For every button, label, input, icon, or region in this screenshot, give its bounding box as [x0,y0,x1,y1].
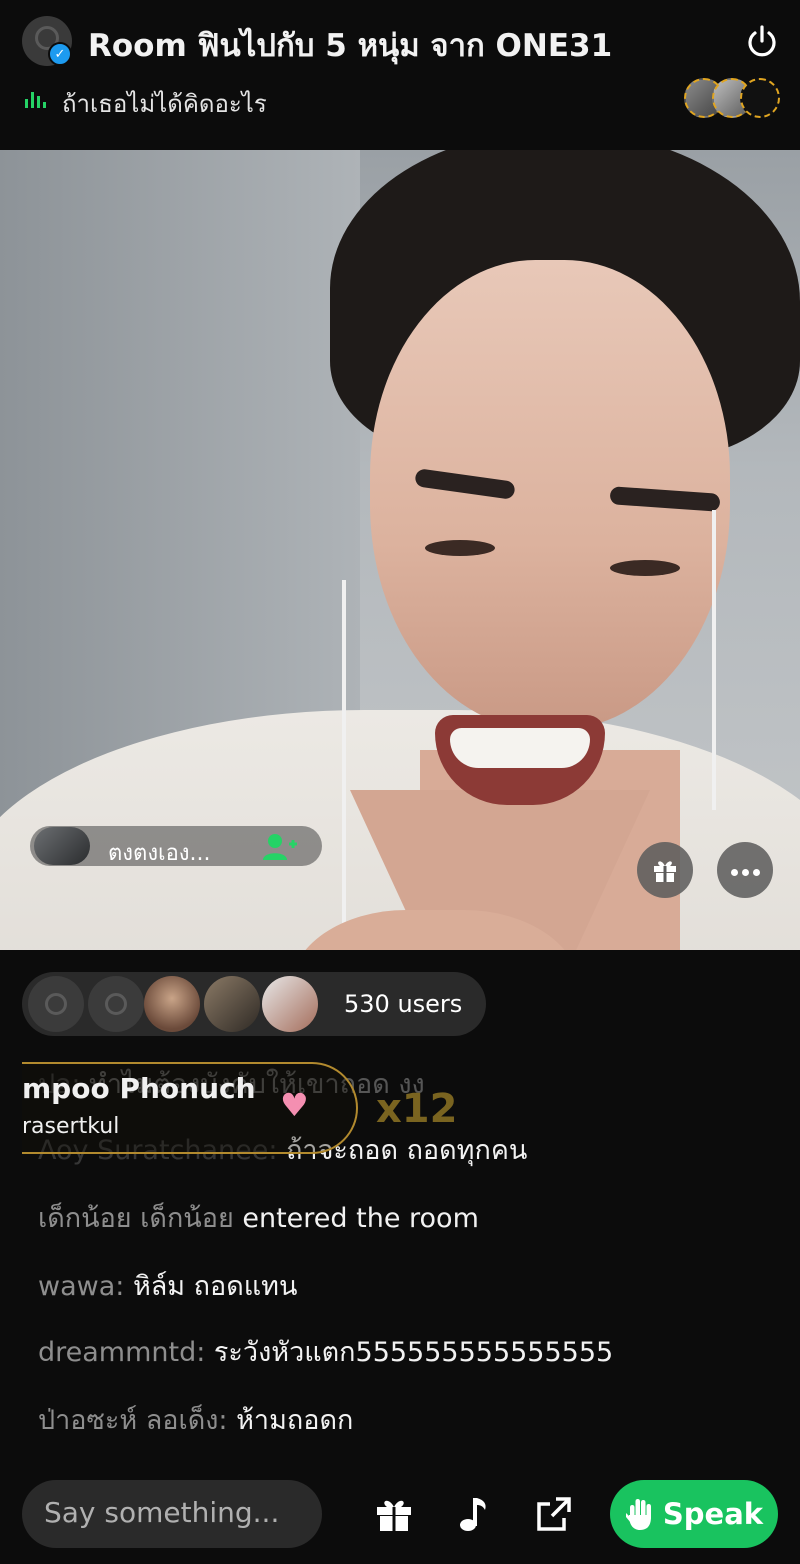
power-icon[interactable] [744,24,780,60]
gift-icon [654,861,676,882]
chat-message: wawa: หิล์ม ถอดแทน [38,1264,297,1307]
more-options-button[interactable] [717,842,773,898]
room-header: ✓ Room ฟินไปกับ 5 หนุ่ม จาก ONE31 ถ้าเธอ… [0,0,800,150]
video-figure [712,510,716,810]
gift-icon[interactable] [374,1494,414,1534]
listener-count[interactable]: 530 users [344,990,462,1018]
speaker-name: ตงตงเอง... [108,841,211,866]
speak-label: Speak [662,1497,764,1531]
video-figure [610,560,680,576]
video-figure [425,540,495,556]
chat-text: หิล์ม ถอดแทน [132,1271,298,1302]
chat-message: dreammntd: ระวังหัวแตก555555555555555 [38,1330,613,1373]
follow-user-icon[interactable] [262,832,298,862]
chat-username: dreammntd: [38,1337,214,1368]
verified-badge-icon: ✓ [48,42,72,66]
room-title: Room ฟินไปกับ 5 หนุ่ม จาก ONE31 [88,28,613,64]
speak-button[interactable]: Speak [610,1480,778,1548]
chat-text: ห้ามถอดก [236,1405,354,1436]
avatar [262,976,318,1032]
top-avatars[interactable] [684,78,780,120]
chat-text: entered the room [242,1203,479,1234]
gift-sender-subname: rasertkul [22,1114,120,1139]
share-icon[interactable] [534,1494,574,1534]
chat-message: เด็กน้อย เด็กน้อย entered the room [38,1196,479,1239]
speaker-avatar [34,827,90,865]
video-figure [342,580,346,950]
video-figure [450,728,590,768]
finger-heart-icon: ♥ [280,1086,309,1124]
chat-username: ป่าอซะห์ ลอเด็ง: [38,1405,237,1436]
raise-hand-icon [625,1499,651,1530]
music-note-icon[interactable] [454,1494,494,1534]
gift-sender-name: mpoo Phonuch [22,1072,256,1105]
avatar [204,976,260,1032]
chat-username: wawa: [38,1271,133,1302]
more-icon [729,861,762,880]
chat-message: ป่าอซะห์ ลอเด็ง: ห้ามถอดก [38,1398,353,1441]
audio-bars-icon [25,88,47,108]
chat-text: ระวังหัวแตก555555555555555 [213,1337,614,1368]
now-playing-text: ถ้าเธอไม่ได้คิดอะไร [62,90,267,118]
avatar-placeholder [88,976,144,1032]
chat-username: เด็กน้อย เด็กน้อย [38,1203,243,1234]
avatar [144,976,200,1032]
gift-button[interactable] [637,842,693,898]
gift-count: x12 [376,1086,458,1132]
avatar [740,78,780,118]
avatar-placeholder [28,976,84,1032]
message-input-placeholder[interactable]: Say something... [44,1496,279,1529]
